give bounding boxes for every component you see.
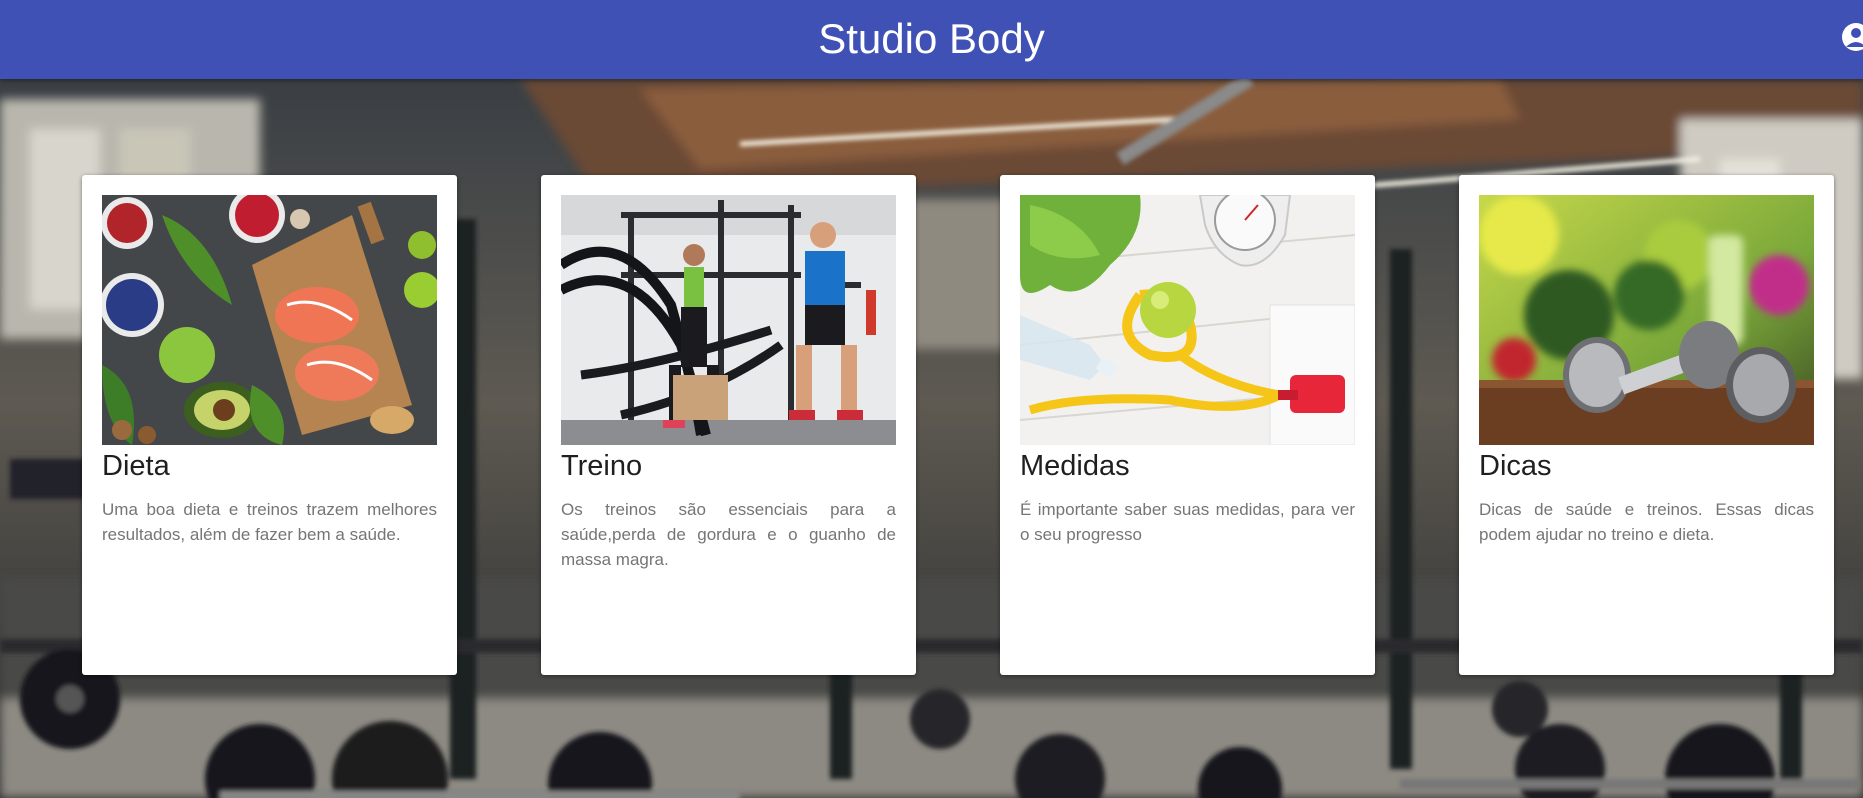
card-treino[interactable]: Treino Os treinos são essenciais para a … [541, 175, 916, 675]
measuring-tape-scale-photo [1020, 195, 1355, 445]
card-title: Dieta [102, 450, 170, 482]
card-description: Dicas de saúde e treinos. Essas dicas po… [1479, 500, 1814, 544]
account-icon[interactable] [1839, 20, 1863, 54]
healthy-food-photo [102, 195, 437, 445]
app-header: Studio Body [0, 0, 1863, 79]
card-description: Os treinos são essenciais para a saúde,p… [561, 500, 896, 569]
card-dicas[interactable]: Dicas Dicas de saúde e treinos. Essas di… [1459, 175, 1834, 675]
cards-grid: Dieta Uma boa dieta e treinos trazem mel… [0, 0, 1863, 798]
app-title: Studio Body [818, 14, 1045, 62]
card-medidas[interactable]: Medidas É importante saber suas medidas,… [1000, 175, 1375, 675]
dumbbells-vegetables-photo [1479, 195, 1814, 445]
card-description: Uma boa dieta e treinos trazem melhores … [102, 500, 437, 544]
battle-ropes-workout-photo [561, 195, 896, 445]
card-description: É importante saber suas medidas, para ve… [1020, 500, 1355, 544]
card-title: Treino [561, 450, 643, 482]
card-title: Dicas [1479, 450, 1552, 482]
card-dieta[interactable]: Dieta Uma boa dieta e treinos trazem mel… [82, 175, 457, 675]
card-title: Medidas [1020, 450, 1130, 482]
